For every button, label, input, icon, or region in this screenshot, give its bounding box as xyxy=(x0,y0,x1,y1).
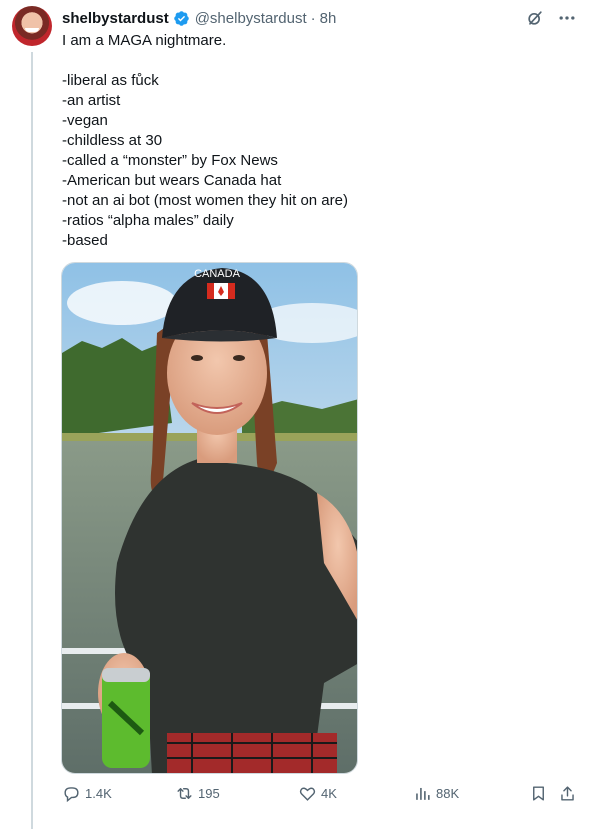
tweet[interactable]: shelbystardust @shelbystardust · 8h I am… xyxy=(0,0,598,829)
tweet-header: shelbystardust @shelbystardust · 8h xyxy=(62,7,336,29)
grok-icon[interactable] xyxy=(524,7,546,29)
verified-badge-icon xyxy=(173,10,190,27)
reply-count: 1.4K xyxy=(85,786,112,801)
tweet-actions: 1.4K 195 4K 88K xyxy=(62,784,582,808)
tweet-text: I am a MAGA nightmare. -liberal as fůck … xyxy=(62,32,348,249)
tweet-top-actions xyxy=(524,7,578,29)
reply-icon xyxy=(64,787,79,803)
repost-count: 195 xyxy=(198,786,220,801)
views-icon xyxy=(416,787,430,800)
author-handle[interactable]: @shelbystardust xyxy=(195,10,307,27)
separator-dot: · xyxy=(310,9,316,27)
bookmark-button[interactable] xyxy=(529,784,548,803)
like-count: 4K xyxy=(321,786,337,801)
bookmark-icon xyxy=(533,786,544,801)
views-count: 88K xyxy=(436,786,460,801)
views-button[interactable]: 88K xyxy=(413,784,459,803)
tweet-photo[interactable]: CANADA xyxy=(61,262,358,774)
share-icon xyxy=(561,786,574,801)
thread-line xyxy=(31,52,33,829)
author-name[interactable]: shelbystardust xyxy=(62,10,169,27)
repost-icon xyxy=(177,788,192,799)
reply-button[interactable]: 1.4K xyxy=(62,784,112,803)
share-button[interactable] xyxy=(558,784,577,803)
timestamp[interactable]: 8h xyxy=(320,10,337,27)
hat-text: CANADA xyxy=(194,268,241,280)
like-button[interactable]: 4K xyxy=(298,784,337,803)
repost-button[interactable]: 195 xyxy=(175,784,220,803)
heart-icon xyxy=(299,787,316,801)
more-icon[interactable] xyxy=(556,7,578,29)
avatar[interactable] xyxy=(12,6,52,46)
